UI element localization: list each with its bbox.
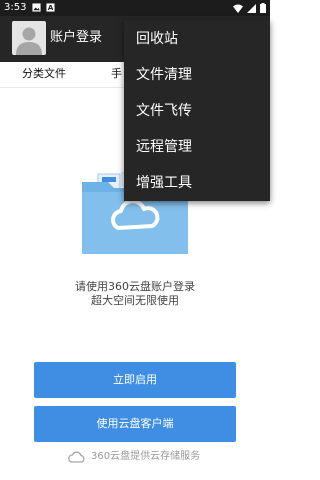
login-prompt-line1: 请使用360云盘账户登录 <box>75 280 195 293</box>
cloud-logo-icon <box>68 451 85 463</box>
overflow-menu: 回收站 文件清理 文件飞传 远程管理 增强工具 <box>124 20 270 201</box>
login-prompt-line2: 超大空间无限使用 <box>91 294 179 307</box>
wifi-icon <box>233 4 243 13</box>
signal-icon <box>247 3 256 13</box>
menu-item-file-cleanup[interactable]: 文件清理 <box>136 66 192 84</box>
avatar[interactable] <box>12 21 46 55</box>
status-time: 3:53 <box>4 2 27 13</box>
battery-icon <box>260 3 266 13</box>
menu-item-enhanced-tools[interactable]: 增强工具 <box>136 174 192 192</box>
notification-a-icon: A <box>46 3 55 12</box>
user-silhouette-icon <box>16 27 42 55</box>
use-cloud-client-button[interactable]: 使用云盘客户端 <box>34 406 236 442</box>
enable-now-button[interactable]: 立即启用 <box>34 362 236 398</box>
svg-text:A: A <box>48 3 54 12</box>
tab-classified-files[interactable]: 分类文件 <box>22 67 66 81</box>
account-login-label[interactable]: 账户登录 <box>50 30 102 46</box>
menu-item-file-transfer[interactable]: 文件飞传 <box>136 102 192 120</box>
status-bar: 3:53 A <box>0 0 270 16</box>
menu-item-recycle-bin[interactable]: 回收站 <box>136 30 178 48</box>
footer-text: 360云盘提供云存储服务 <box>91 451 201 462</box>
tab-phone[interactable]: 手 <box>111 67 122 81</box>
image-icon <box>32 3 41 12</box>
footer: 360云盘提供云存储服务 <box>68 451 200 463</box>
menu-item-remote-management[interactable]: 远程管理 <box>136 138 192 156</box>
